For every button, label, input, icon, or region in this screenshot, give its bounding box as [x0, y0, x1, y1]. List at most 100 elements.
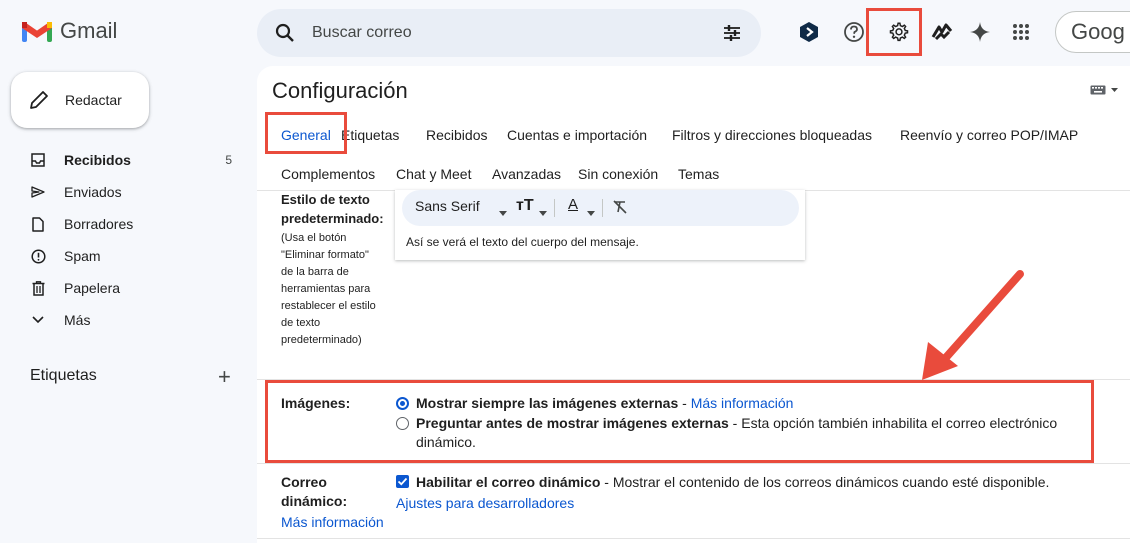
unread-count: 5: [225, 153, 232, 167]
chevron-down-icon: [30, 312, 46, 328]
gmail-logo[interactable]: Gmail: [22, 18, 117, 44]
tab-advanced[interactable]: Avanzadas: [492, 166, 561, 182]
text-color-icon[interactable]: A: [568, 196, 578, 213]
search-options-icon[interactable]: [721, 22, 743, 49]
help-line: restablecer el estilo: [281, 300, 376, 312]
compose-label: Redactar: [65, 92, 122, 108]
trash-icon: [30, 280, 46, 296]
label-line: Estilo de texto: [281, 192, 370, 207]
page-title: Configuración: [272, 78, 408, 103]
apps-grid-icon[interactable]: [1003, 14, 1039, 50]
annotation-arrow: [922, 270, 1024, 380]
labels-heading: Etiquetas: [30, 367, 97, 384]
images-label: Imágenes:: [281, 395, 351, 411]
separator: -: [678, 395, 691, 411]
tab-accounts-import[interactable]: Cuentas e importación: [507, 127, 647, 143]
dynamic-learn-more-link[interactable]: Más información: [281, 512, 384, 532]
default-text-editor: Sans Serif ᴛT A Así se verá el texto del…: [395, 190, 805, 260]
tab-forwarding-pop-imap[interactable]: Reenvío y correo POP/IMAP: [900, 127, 1078, 143]
caret-down-icon[interactable]: [499, 203, 507, 219]
streak-extension-icon[interactable]: [924, 14, 960, 50]
draft-icon: [30, 216, 46, 232]
tab-filters[interactable]: Filtros y direcciones bloqueadas: [672, 127, 872, 143]
spam-icon: [30, 248, 46, 264]
tab-labels[interactable]: Etiquetas: [341, 127, 399, 143]
sidebar-item-trash[interactable]: Papelera: [0, 272, 245, 304]
help-icon[interactable]: [836, 14, 872, 50]
remove-formatting-icon[interactable]: [612, 199, 628, 218]
option-description-cont: dinámico.: [416, 434, 476, 450]
compose-button[interactable]: Redactar: [11, 72, 149, 128]
sidebar-item-drafts[interactable]: Borradores: [0, 208, 245, 240]
section-divider: [257, 463, 1130, 464]
search-bar[interactable]: Buscar correo: [257, 9, 761, 57]
inbox-icon: [30, 152, 46, 168]
sidebar-item-label: Más: [64, 312, 91, 328]
input-tools-button[interactable]: [1090, 85, 1118, 95]
send-icon: [30, 184, 46, 200]
sidebar-item-label: Borradores: [64, 216, 134, 232]
caret-down-icon: [587, 203, 595, 219]
add-label-button[interactable]: +: [218, 364, 231, 390]
tab-addons[interactable]: Complementos: [281, 166, 375, 182]
enable-dynamic-email-checkbox[interactable]: [396, 475, 409, 488]
help-line: "Eliminar formato": [281, 249, 369, 261]
gmail-window: Gmail Buscar correo Goog Redactar Recibi…: [0, 0, 1130, 543]
radio-always-show-images[interactable]: [396, 397, 409, 410]
label-line: Correo: [281, 474, 327, 490]
label-line: dinámico:: [281, 493, 348, 509]
app-name: Gmail: [60, 18, 118, 43]
settings-gear-icon[interactable]: [881, 14, 917, 50]
toolbar-divider: [554, 199, 555, 217]
caret-down-icon: [539, 203, 547, 219]
toolbar-divider: [602, 199, 603, 217]
help-line: predeterminado): [281, 334, 362, 346]
sidebar-item-label: Papelera: [64, 280, 121, 296]
sidebar-item-inbox[interactable]: Recibidos 5: [0, 144, 245, 176]
option-label[interactable]: Habilitar el correo dinámico: [416, 474, 600, 490]
search-input[interactable]: Buscar correo: [312, 24, 412, 42]
default-text-help: (Usa el botón "Eliminar formato" de la b…: [281, 230, 396, 349]
sidebar-item-more[interactable]: Más: [0, 304, 245, 336]
default-text-style-label: Estilo de texto predeterminado:: [281, 191, 384, 227]
help-line: de la barra de: [281, 266, 349, 278]
formatting-toolbar: Sans Serif ᴛT A: [402, 190, 799, 226]
tab-themes[interactable]: Temas: [678, 166, 719, 182]
extension-icon[interactable]: [791, 14, 827, 50]
google-account-button[interactable]: Goog: [1055, 11, 1130, 53]
caret-down-icon: [1111, 87, 1118, 92]
sidebar-item-label: Spam: [64, 248, 101, 264]
search-icon[interactable]: [274, 22, 296, 49]
sample-text: Así se verá el texto del cuerpo del mens…: [406, 235, 639, 249]
option-label[interactable]: Preguntar antes de mostrar imágenes exte…: [416, 415, 729, 431]
sidebar-item-label: Recibidos: [64, 152, 131, 168]
dynamic-email-label: Correo dinámico:: [281, 473, 347, 511]
label-line: predeterminado:: [281, 211, 384, 226]
sidebar-item-spam[interactable]: Spam: [0, 240, 245, 272]
radio-ask-before-images[interactable]: [396, 417, 409, 430]
option-enable-dynamic-email: Habilitar el correo dinámico - Mostrar e…: [416, 472, 1049, 492]
help-line: herramientas para: [281, 283, 371, 295]
gmail-m-icon: [22, 22, 52, 42]
sidebar-item-label: Enviados: [64, 184, 122, 200]
developer-settings-link[interactable]: Ajustes para desarrolladores: [396, 493, 574, 513]
gemini-icon[interactable]: [962, 14, 998, 50]
option-description: - Mostrar el contenido de los correos di…: [600, 474, 1050, 490]
tab-offline[interactable]: Sin conexión: [578, 166, 658, 182]
tab-inbox[interactable]: Recibidos: [426, 127, 487, 143]
help-line: (Usa el botón: [281, 232, 347, 244]
font-size-icon[interactable]: ᴛT: [516, 197, 534, 215]
font-family-select[interactable]: Sans Serif: [415, 198, 480, 214]
keyboard-icon: [1090, 85, 1106, 95]
option-always-show-images: Mostrar siempre las imágenes externas - …: [416, 393, 793, 413]
tab-general[interactable]: General: [281, 127, 331, 143]
help-line: de texto: [281, 317, 321, 329]
learn-more-link[interactable]: Más información: [691, 395, 794, 411]
option-description: - Esta opción también inhabilita el corr…: [728, 415, 1058, 431]
tab-chat-meet[interactable]: Chat y Meet: [396, 166, 471, 182]
option-ask-before-images: Preguntar antes de mostrar imágenes exte…: [416, 413, 1116, 433]
sidebar-item-sent[interactable]: Enviados: [0, 176, 245, 208]
option-label[interactable]: Mostrar siempre las imágenes externas: [416, 395, 678, 411]
section-divider: [257, 538, 1130, 539]
pencil-icon: [28, 89, 50, 116]
